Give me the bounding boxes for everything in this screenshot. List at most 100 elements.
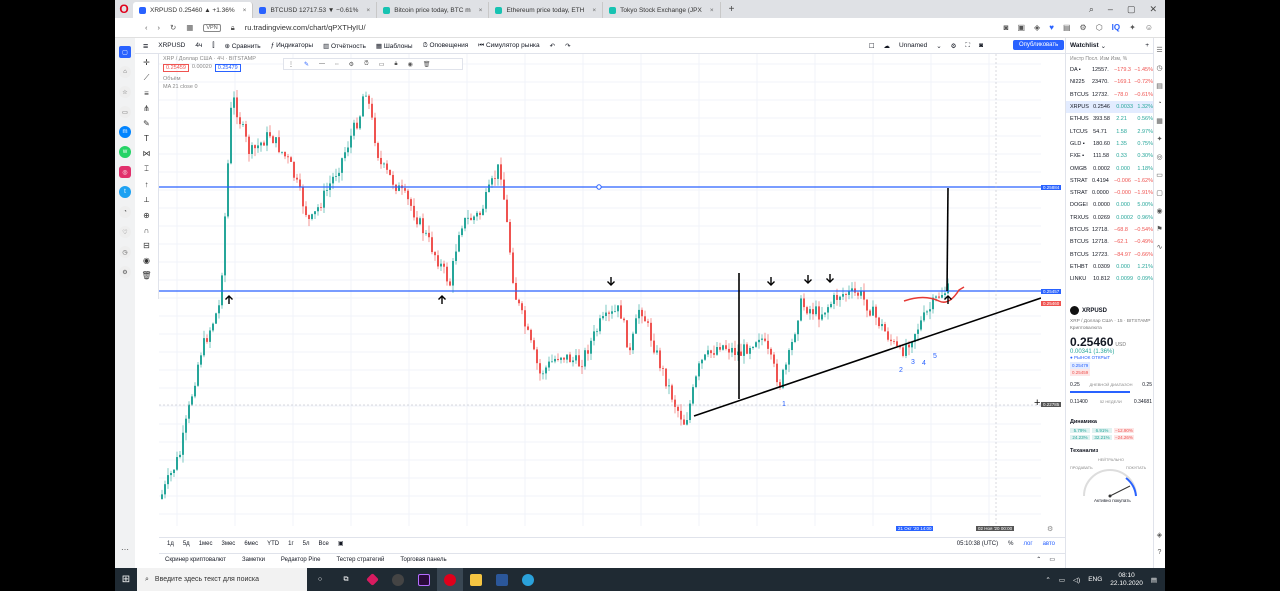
cloud-icon[interactable]: ☁ <box>884 42 891 50</box>
tab-trading-panel[interactable]: Торговая панель <box>400 557 446 563</box>
eye-icon[interactable]: ◉ <box>143 256 150 265</box>
gear-icon[interactable]: ⚙ <box>119 266 131 278</box>
alert-icon[interactable]: ⏰︎ <box>364 61 369 68</box>
undo-icon[interactable]: ↶ <box>550 42 555 50</box>
interval-button[interactable]: 4ч <box>195 42 202 49</box>
percent-scale-button[interactable]: % <box>1008 541 1013 547</box>
home-icon[interactable]: ⌂ <box>119 66 131 78</box>
streams-icon[interactable]: ◎ <box>1156 153 1162 161</box>
help-icon[interactable]: ? <box>1158 549 1162 556</box>
ideas-icon[interactable]: ✦ <box>1157 135 1163 143</box>
bid-price[interactable]: 0.25459 <box>163 64 189 72</box>
timeframe-button[interactable]: YTD <box>267 541 279 547</box>
collections-icon[interactable]: ▭ <box>119 106 131 118</box>
price-axis[interactable]: 0.25884 0.25457 0.25460 0.22785 <box>1041 54 1065 526</box>
telegram-icon[interactable] <box>515 568 541 591</box>
replay-button[interactable]: ⏮ Симулятор рынка <box>478 42 539 50</box>
close-icon[interactable]: × <box>710 7 714 14</box>
watchlist-row[interactable]: FXE ▪ 111.58 0.33 0.30% <box>1066 150 1153 162</box>
template-icon[interactable]: ▭ <box>379 61 385 68</box>
legend-ma[interactable]: MA 21 close 0 <box>163 84 256 90</box>
tab-pine-editor[interactable]: Редактор Pine <box>281 557 321 563</box>
brush-icon[interactable]: ✎ <box>143 119 150 128</box>
more-icon[interactable]: ⋯ <box>121 545 129 554</box>
watchlist-row[interactable]: BTCUS 12732. −78.0 −0.61% <box>1066 89 1153 101</box>
twitter-icon[interactable]: t <box>119 186 131 198</box>
select-layout-icon[interactable]: ☐ <box>869 42 875 50</box>
alarm-icon[interactable]: ◷ <box>1156 64 1162 72</box>
chevron-down-icon[interactable]: ⌄ <box>1101 42 1106 50</box>
publish-button[interactable]: Опубликовать <box>1013 40 1065 50</box>
forward-icon[interactable]: › <box>158 23 161 32</box>
messenger-icon[interactable]: m <box>119 126 131 138</box>
menu-icon[interactable]: ≡ <box>143 41 148 51</box>
timeframe-button[interactable]: 1д <box>167 541 174 547</box>
ruler-icon[interactable]: ⟂ <box>144 195 149 205</box>
magnet-icon[interactable]: ∩ <box>144 226 150 235</box>
watchlist-icon[interactable]: ☰ <box>1156 46 1162 54</box>
lock-icon[interactable]: 🔒︎ <box>394 61 397 68</box>
network-icon[interactable]: ▭ <box>1059 576 1065 584</box>
browser-tab[interactable]: Bitcoin price today, BTC m × <box>377 2 490 18</box>
cube-icon[interactable]: ⬡ <box>1096 23 1103 32</box>
watchlist-row[interactable]: DOGEI 0.0000 0.000 5.00% <box>1066 199 1153 211</box>
dom-icon[interactable]: ⚑ <box>1156 225 1162 233</box>
heart-icon[interactable]: ♡ <box>119 226 131 238</box>
chevron-up-icon[interactable]: ⌃ <box>1036 556 1041 563</box>
reload-icon[interactable]: ↻ <box>170 23 176 32</box>
log-scale-button[interactable]: лог <box>1023 541 1032 547</box>
timeframe-button[interactable]: 3мес <box>222 541 236 547</box>
chart-canvas[interactable] <box>159 54 1042 526</box>
browser-tab[interactable]: Ethereum price today, ETH × <box>489 2 604 18</box>
watchlist-row[interactable]: NI225 23470. −169.1 −0.72% <box>1066 76 1153 88</box>
visibility-icon[interactable]: ◉ <box>408 61 413 68</box>
watchlist-row[interactable]: DA ▪ 12557. −179.3 −1.45% <box>1066 64 1153 76</box>
fullscreen-icon[interactable]: ⛶ <box>966 42 971 50</box>
line-color-icon[interactable]: ✎ <box>304 61 309 68</box>
price-chart[interactable]: XRP / Доллар США · 4Ч · BITSTAMP 0.25459… <box>159 54 1042 526</box>
browser-tab[interactable]: XRPUSD 0.25460 ▲ +1.36% × <box>133 2 254 18</box>
close-icon[interactable]: × <box>366 7 370 14</box>
url-field[interactable]: ru.tradingview.com/chart/qPXTHyIU/ <box>245 23 366 32</box>
watchlist-title[interactable]: Watchlist <box>1070 42 1099 49</box>
task-view-icon[interactable]: ⧉ <box>333 568 359 591</box>
indicators-button[interactable]: ƒ Индикаторы <box>271 42 313 49</box>
new-tab-button[interactable]: + <box>721 4 743 15</box>
watchlist-row[interactable]: XRPUS 0.2546 0.0033 1.32% <box>1066 100 1153 114</box>
chevron-up-icon[interactable]: ⌃ <box>1045 576 1050 584</box>
opera-logo-icon[interactable]: O <box>115 0 133 18</box>
watchlist-row[interactable]: BTCUS 12718. −68.8 −0.54% <box>1066 224 1153 236</box>
browser-tab[interactable]: Tokyo Stock Exchange (JPX × <box>603 2 721 18</box>
symbol-search[interactable]: XRPUSD <box>158 42 185 49</box>
watchlist-row[interactable]: STRAT 0.4194 −0.006 −1.62% <box>1066 175 1153 187</box>
data-window-icon[interactable]: ▤ <box>1156 82 1163 90</box>
chat-icon[interactable]: ▭ <box>1156 171 1163 179</box>
compare-button[interactable]: ⊕ Сравнить <box>224 42 260 50</box>
time-axis[interactable]: 21 Окт '20 14:00 02 Ноя '20 00:00 ⚙ <box>159 526 1065 536</box>
gear-icon[interactable]: ⚙ <box>1047 525 1053 533</box>
minimize-icon[interactable]: – <box>1108 4 1113 15</box>
wallet-icon[interactable]: ▤ <box>1063 23 1071 32</box>
maximize-panel-icon[interactable]: ▭ <box>1049 556 1055 563</box>
pattern-icon[interactable]: ⋈ <box>143 149 151 158</box>
watchlist-row[interactable]: BTCUS 12723. −84.97 −0.66% <box>1066 248 1153 260</box>
lock-icon[interactable]: ⊟ <box>143 241 150 250</box>
ask-price[interactable]: 0.25479 <box>214 64 241 72</box>
crosshair-icon[interactable]: ✛ <box>143 58 150 67</box>
speed-dial-icon[interactable]: ▢ <box>119 46 131 58</box>
notifications-icon[interactable]: ◉ <box>1156 207 1162 215</box>
camera-icon[interactable]: ◙ <box>1004 23 1009 32</box>
gear-icon[interactable]: ⚙ <box>951 42 957 50</box>
back-icon[interactable]: ‹ <box>145 23 148 32</box>
hotlist-icon[interactable]: ◔ <box>1157 100 1161 107</box>
opera-taskbar-icon[interactable] <box>437 568 463 591</box>
tab-strategy-tester[interactable]: Тестер стратегий <box>336 557 384 563</box>
watchlist-row[interactable]: TRXUS 0.0269 0.0002 0.96% <box>1066 212 1153 224</box>
close-icon[interactable]: × <box>243 7 247 14</box>
cortana-icon[interactable]: ○ <box>307 568 333 591</box>
timeframe-button[interactable]: Все <box>319 541 329 547</box>
trash-icon[interactable]: 🗑︎ <box>141 271 151 280</box>
profile-icon[interactable]: ☺ <box>1145 23 1153 32</box>
arrow-icon[interactable]: ↑ <box>145 180 149 189</box>
file-explorer-icon[interactable] <box>463 568 489 591</box>
